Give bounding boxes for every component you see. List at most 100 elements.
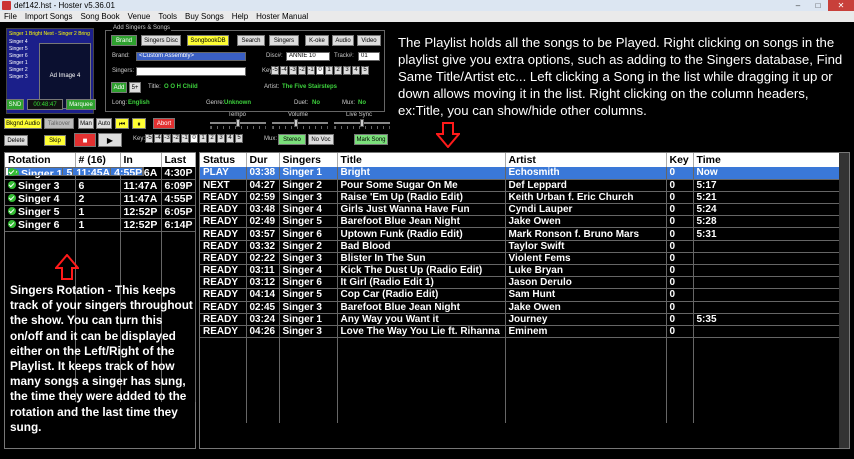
- novoc-button[interactable]: No Voc: [308, 134, 334, 145]
- playlist-row[interactable]: READY 03:32 Singer 2 Bad Blood Taylor Swift 0: [200, 240, 840, 253]
- search-button[interactable]: Search: [237, 35, 265, 46]
- column-header-count[interactable]: # (16): [75, 153, 121, 167]
- stereo-button[interactable]: Stereo: [278, 134, 306, 145]
- maximize-button[interactable]: □: [808, 0, 828, 11]
- key-option[interactable]: 4: [352, 66, 360, 75]
- key-option[interactable]: 3: [343, 66, 351, 75]
- check-icon: [8, 181, 16, 189]
- delete-button[interactable]: Delete: [4, 135, 28, 146]
- empty-cell: [200, 410, 247, 423]
- video-button[interactable]: Video: [357, 35, 381, 46]
- abort-button[interactable]: Abort: [153, 118, 175, 129]
- key-option[interactable]: -2: [298, 66, 306, 75]
- track-select[interactable]: 01: [358, 52, 380, 61]
- key-option[interactable]: 0: [190, 134, 198, 143]
- key-option[interactable]: 0: [316, 66, 324, 75]
- brand-button[interactable]: Brand: [111, 35, 137, 46]
- brand-select[interactable]: <Custom Assembly>: [136, 52, 246, 61]
- playlist-row[interactable]: READY 02:59 Singer 3 Raise 'Em Up (Radio Ed…: [200, 191, 840, 205]
- playlist-row[interactable]: READY 02:45 Singer 3 Barefoot Blue Jean Nig…: [200, 301, 840, 314]
- koke-button[interactable]: K-oke: [305, 35, 329, 46]
- rotation-row[interactable]: Singer 3 6 11:47A 6:09P: [5, 179, 196, 193]
- empty-cell: [161, 231, 196, 244]
- singers-button[interactable]: Singers: [269, 35, 299, 46]
- key-option[interactable]: -2: [172, 134, 180, 143]
- column-header-rotation[interactable]: Rotation: [5, 153, 76, 167]
- column-header-artist[interactable]: Artist: [505, 153, 667, 167]
- mark-song-button[interactable]: Mark Song: [354, 134, 388, 145]
- key-option[interactable]: 2: [334, 66, 342, 75]
- key-option[interactable]: -4: [154, 134, 162, 143]
- auto-button[interactable]: Auto: [96, 118, 112, 129]
- talkover-button[interactable]: Talkover: [44, 118, 74, 129]
- key-option[interactable]: 2: [208, 134, 216, 143]
- play-button[interactable]: ▶: [98, 133, 122, 147]
- skip-button[interactable]: Skip: [44, 135, 66, 146]
- tempo-slider[interactable]: [210, 119, 266, 129]
- menu-buy-songs[interactable]: Buy Songs: [185, 11, 224, 22]
- five-plus-button[interactable]: 5+: [129, 82, 141, 93]
- column-header-status[interactable]: Status: [200, 153, 247, 167]
- menu-song-book[interactable]: Song Book: [80, 11, 119, 22]
- playlist-row[interactable]: NEXT 04:27 Singer 2 Pour Some Sugar On Me De…: [200, 179, 840, 192]
- key-option[interactable]: 1: [325, 66, 333, 75]
- key-option[interactable]: 4: [226, 134, 234, 143]
- key-option[interactable]: 3: [217, 134, 225, 143]
- key-option[interactable]: -3: [163, 134, 171, 143]
- column-header-dur[interactable]: Dur: [246, 153, 280, 167]
- column-header-last[interactable]: Last: [161, 153, 196, 167]
- disc-select[interactable]: ANNIE 10: [286, 52, 330, 61]
- menu-venue[interactable]: Venue: [128, 11, 151, 22]
- playlist-row[interactable]: READY 04:14 Singer 5 Cop Car (Radio Edit) Sa…: [200, 288, 840, 302]
- playlist-row[interactable]: READY 04:26 Singer 3 Love The Way You Lie f…: [200, 325, 840, 339]
- minimize-button[interactable]: –: [788, 0, 808, 11]
- menu-hoster-manual[interactable]: Hoster Manual: [256, 11, 308, 22]
- column-header-time[interactable]: Time: [693, 153, 840, 167]
- singers-select[interactable]: [136, 67, 246, 76]
- menu-help[interactable]: Help: [232, 11, 248, 22]
- key-option[interactable]: -1: [307, 66, 315, 75]
- playlist-row[interactable]: READY 03:24 Singer 1 Any Way you Want it Jo…: [200, 313, 840, 326]
- column-header-singers[interactable]: Singers: [279, 153, 338, 167]
- key-option[interactable]: -1: [181, 134, 189, 143]
- songbookdb-button[interactable]: SongbookDB: [187, 35, 229, 46]
- rotation-row[interactable]: Singer 5 1 12:52P 6:05P: [5, 205, 196, 219]
- audio-button[interactable]: Audio: [332, 35, 354, 46]
- stop-button[interactable]: ■: [74, 133, 96, 147]
- key-option[interactable]: -3: [289, 66, 297, 75]
- rotation-row[interactable]: Singer 1 5 11:45A 4:55P: [5, 167, 145, 176]
- playlist-row[interactable]: READY 03:57 Singer 6 Uptown Funk (Radio Edi…: [200, 227, 840, 241]
- add-button[interactable]: Add: [111, 82, 127, 93]
- key-option[interactable]: 5: [361, 66, 369, 75]
- rewind-button[interactable]: ⏮: [115, 118, 129, 129]
- playlist-row[interactable]: READY 02:49 Singer 5 Barefoot Blue Jean Nig…: [200, 215, 840, 229]
- key-option[interactable]: -4: [280, 66, 288, 75]
- key-option[interactable]: -5: [271, 66, 279, 75]
- key-option[interactable]: 5: [235, 134, 243, 143]
- key-option[interactable]: -5: [145, 134, 153, 143]
- playlist-row[interactable]: READY 03:11 Singer 4 Kick The Dust Up (Radi…: [200, 264, 840, 278]
- menu-tools[interactable]: Tools: [158, 11, 177, 22]
- playlist-row[interactable]: READY 02:22 Singer 3 Blister In The Sun Viol…: [200, 252, 840, 266]
- column-header-in[interactable]: In: [120, 153, 162, 167]
- snd-button[interactable]: SND: [6, 99, 24, 110]
- volume-slider[interactable]: [272, 119, 328, 129]
- menu-file[interactable]: File: [4, 11, 17, 22]
- rotation-row[interactable]: Singer 4 2 11:47A 4:55P: [5, 192, 196, 206]
- marquee-button[interactable]: Marquee: [66, 99, 96, 110]
- playlist-row[interactable]: READY 03:48 Singer 4 Girls Just Wanna Have …: [200, 203, 840, 217]
- live-sync-slider[interactable]: [334, 119, 390, 129]
- playlist-row[interactable]: READY 03:12 Singer 6 It Girl (Radio Edit 1)…: [200, 276, 840, 290]
- column-header-title[interactable]: Title: [337, 153, 506, 167]
- rotation-row[interactable]: Singer 6 1 12:52P 6:14P: [5, 218, 196, 232]
- singers-disc-button[interactable]: Singers Disc: [141, 35, 181, 46]
- playlist-row[interactable]: PLAY 03:38 Singer 1 Bright Echosmith 0 Now: [200, 167, 840, 180]
- close-button[interactable]: ✕: [828, 0, 854, 11]
- key-option[interactable]: 1: [199, 134, 207, 143]
- playlist-scrollbar[interactable]: [839, 153, 849, 448]
- bkgnd-audio-button[interactable]: Bkgnd Audio: [4, 118, 42, 129]
- column-header-key[interactable]: Key: [666, 153, 694, 167]
- menu-import-songs[interactable]: Import Songs: [25, 11, 73, 22]
- pause-button[interactable]: ⏸: [132, 118, 146, 129]
- man-button[interactable]: Man: [78, 118, 94, 129]
